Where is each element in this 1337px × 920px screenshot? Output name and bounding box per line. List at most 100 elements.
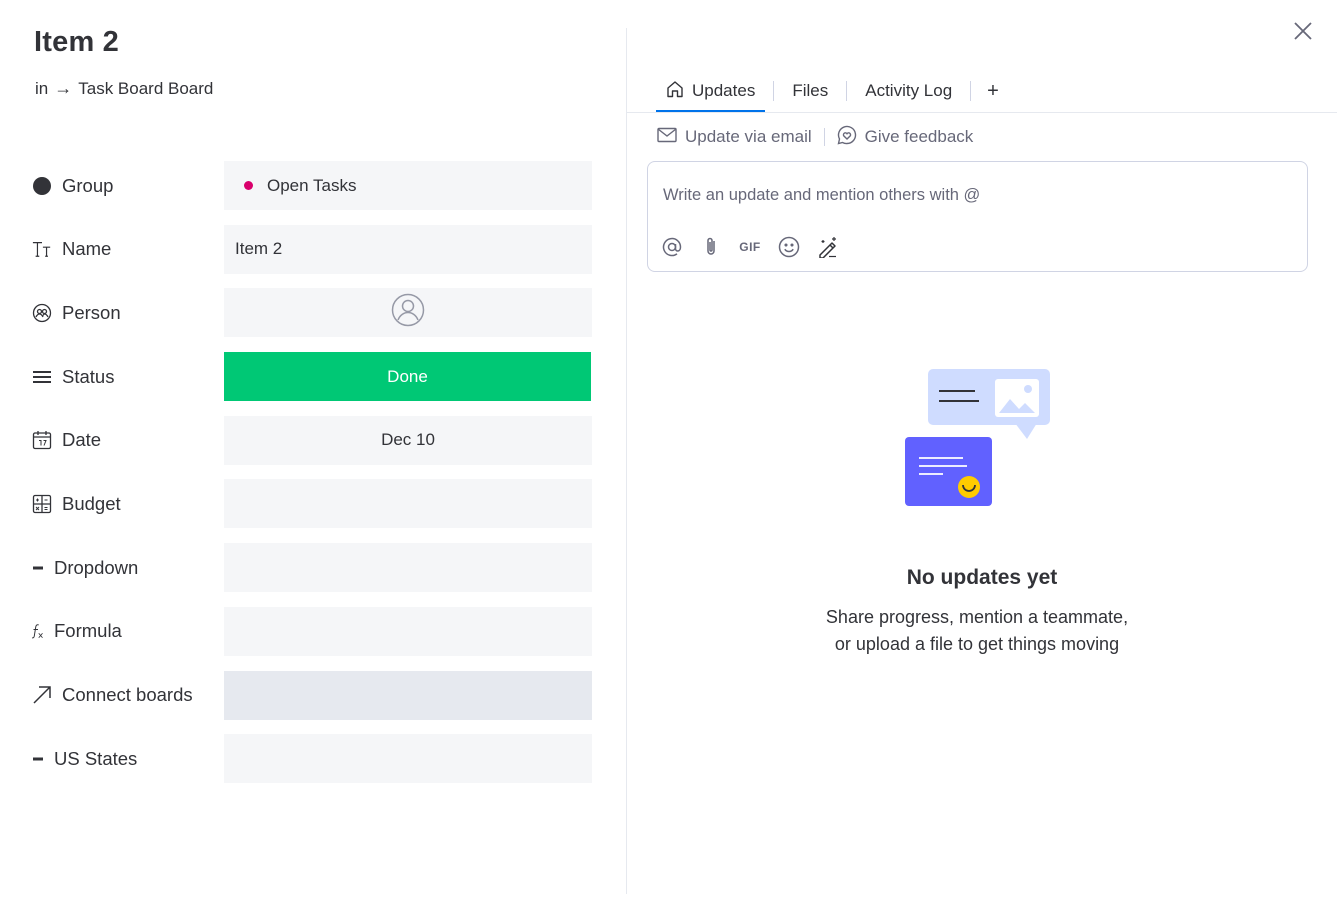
column-label-text: Dropdown	[54, 556, 139, 578]
dash-icon	[32, 558, 44, 578]
column-label-text: Person	[62, 301, 121, 323]
ai-writing-wand-icon[interactable]	[817, 236, 839, 258]
item-detail-dialog: Item 2 in → Task Board Board Group Open …	[0, 0, 1337, 920]
emoji-icon[interactable]	[778, 236, 800, 258]
item-columns-panel: Item 2 in → Task Board Board Group Open …	[0, 0, 626, 920]
formula-cell[interactable]	[224, 606, 592, 656]
empty-state-line-2: or upload a file to get things moving	[834, 634, 1120, 654]
tab-bar: Updates Files Activity Log +	[656, 70, 1007, 113]
tab-separator	[846, 81, 848, 101]
column-label-text: US States	[54, 747, 138, 769]
tab-activity-log[interactable]: Activity Log	[855, 70, 962, 112]
text-type-icon	[32, 239, 52, 259]
column-label-date: Date	[32, 416, 101, 465]
budget-cell[interactable]	[224, 479, 592, 529]
update-editor[interactable]: Write an update and mention others with …	[647, 161, 1308, 272]
tab-separator	[970, 81, 972, 101]
envelope-icon	[657, 127, 677, 148]
gif-button[interactable]: GIF	[739, 236, 761, 258]
column-row-group: Group Open Tasks	[0, 161, 626, 225]
mention-icon[interactable]	[661, 236, 683, 258]
arrow-up-right-icon	[32, 685, 52, 705]
tab-label: Updates	[692, 81, 756, 100]
column-label-name: Name	[32, 225, 111, 274]
panel-divider	[626, 28, 627, 894]
breadcrumb-board-link[interactable]: Task Board Board	[78, 79, 213, 99]
column-label-text: Formula	[54, 620, 122, 642]
name-cell[interactable]: Item 2	[224, 224, 592, 274]
column-row-person: Person	[0, 288, 626, 352]
add-view-button[interactable]: +	[979, 70, 1007, 112]
column-row-date: Date Dec 10	[0, 415, 626, 480]
close-icon	[1294, 21, 1312, 45]
dropdown-cell[interactable]	[224, 543, 592, 593]
column-label-status: Status	[32, 352, 114, 401]
empty-updates-illustration	[905, 369, 1051, 509]
update-editor-placeholder[interactable]: Write an update and mention others with …	[663, 186, 980, 205]
close-button[interactable]	[1290, 20, 1316, 46]
breadcrumb-arrow-icon: →	[54, 78, 73, 98]
column-row-connect-boards: Connect boards	[0, 670, 626, 735]
column-row-status: Status Done	[0, 352, 626, 416]
column-list: Group Open Tasks Name Item 2 Person Stat…	[0, 161, 626, 798]
column-row-budget: Budget	[0, 479, 626, 543]
column-label-group: Group	[32, 161, 113, 210]
editor-toolbar: GIF	[661, 236, 839, 258]
person-column-icon	[32, 303, 52, 323]
date-value: Dec 10	[381, 430, 435, 450]
action-separator	[823, 128, 825, 146]
breadcrumb-prefix: in	[35, 78, 49, 98]
connect-boards-cell[interactable]	[224, 670, 592, 720]
home-icon	[666, 80, 684, 103]
numbers-icon	[32, 494, 52, 514]
tab-label: Files	[792, 81, 829, 100]
plus-icon: +	[987, 79, 999, 102]
update-via-email-label: Update via email	[685, 127, 812, 146]
give-feedback-button[interactable]: Give feedback	[837, 125, 974, 150]
column-label-text: Group	[62, 174, 114, 196]
filled-circle-icon	[32, 176, 52, 196]
group-color-dot	[244, 181, 253, 190]
status-cell[interactable]: Done	[224, 352, 591, 402]
empty-state-description: Share progress, mention a teammate, or u…	[627, 604, 1327, 658]
column-label-dropdown: Dropdown	[32, 543, 138, 592]
column-row-us-states: US States	[0, 734, 626, 798]
column-row-name: Name Item 2	[0, 224, 626, 289]
empty-state-title: No updates yet	[906, 566, 1058, 589]
formula-icon	[32, 621, 44, 641]
column-label-connect-boards: Connect boards	[32, 671, 193, 720]
feedback-heart-icon	[837, 125, 857, 150]
breadcrumb: in → Task Board Board	[35, 78, 213, 99]
tabs-underline	[627, 112, 1337, 113]
item-title[interactable]: Item 2	[34, 26, 119, 59]
column-label-us-states: US States	[32, 734, 137, 783]
column-label-budget: Budget	[32, 479, 121, 528]
column-label-text: Date	[62, 429, 102, 451]
column-label-text: Connect boards	[62, 684, 193, 705]
empty-state-line-1: Share progress, mention a teammate,	[825, 607, 1129, 627]
tab-separator	[773, 81, 775, 101]
calendar-icon	[32, 430, 52, 450]
column-row-dropdown: Dropdown	[0, 543, 626, 607]
date-cell[interactable]: Dec 10	[224, 415, 592, 465]
us-states-cell[interactable]	[224, 734, 592, 784]
status-lines-icon	[32, 367, 52, 387]
column-label-formula: Formula	[32, 607, 122, 656]
tab-updates[interactable]: Updates	[656, 70, 766, 113]
tab-files[interactable]: Files	[782, 70, 838, 112]
update-via-email-button[interactable]: Update via email	[657, 127, 812, 148]
column-label-person: Person	[32, 288, 121, 337]
give-feedback-label: Give feedback	[864, 127, 974, 146]
person-cell[interactable]	[224, 288, 592, 338]
column-label-text: Budget	[62, 492, 121, 514]
group-cell[interactable]: Open Tasks	[224, 161, 592, 210]
column-label-text: Name	[62, 238, 112, 260]
column-row-formula: Formula	[0, 606, 626, 671]
person-avatar-icon[interactable]	[391, 293, 425, 332]
name-value: Item 2	[235, 239, 283, 259]
dash-icon	[32, 749, 44, 769]
tab-label: Activity Log	[865, 81, 953, 100]
attachment-icon[interactable]	[700, 236, 722, 258]
column-label-text: Status	[62, 365, 115, 387]
update-actions: Update via email Give feedback	[657, 125, 973, 149]
